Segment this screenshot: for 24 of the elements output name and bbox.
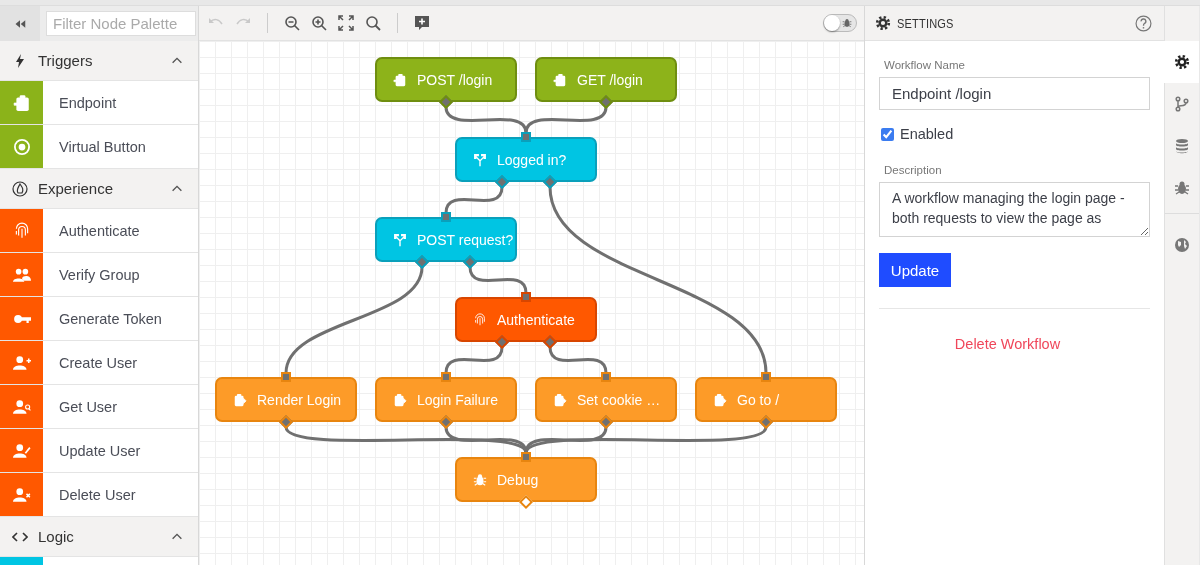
section-title: Triggers [38,52,94,69]
palette-item[interactable]: Virtual Button [0,125,198,169]
section-header[interactable]: Experience [0,169,198,209]
filter-field[interactable]: Filter Node Palette [46,11,196,36]
delete-workflow-link[interactable]: Delete Workflow [954,336,1061,352]
workflow-name-field[interactable]: Endpoint /login [879,77,1150,110]
palette-item[interactable]: Generate Token [0,297,198,341]
panel-title: SETTINGS [897,15,955,31]
palette-item[interactable]: Update User [0,429,198,473]
update-button[interactable]: Update [879,253,951,287]
section-title: Experience [38,180,115,197]
palette-item[interactable]: Delete User [0,473,198,517]
field-label: Workflow Name [884,59,966,71]
palette-item[interactable]: Get User [0,385,198,429]
palette-item[interactable]: Authenticate [0,209,198,253]
palette-item[interactable]: Create User [0,341,198,385]
description-field[interactable]: A workflow managing the login page - both requests to view the page as [879,182,1150,237]
palette-item[interactable]: Verify Group [0,253,198,297]
section-header[interactable]: Triggers [0,41,198,81]
palette-item[interactable]: Endpoint [0,81,198,125]
field-label: Description [884,164,943,176]
checkbox-label: Enabled [900,126,954,142]
section-header[interactable]: Logic [0,517,198,557]
section-title: Logic [38,528,75,545]
